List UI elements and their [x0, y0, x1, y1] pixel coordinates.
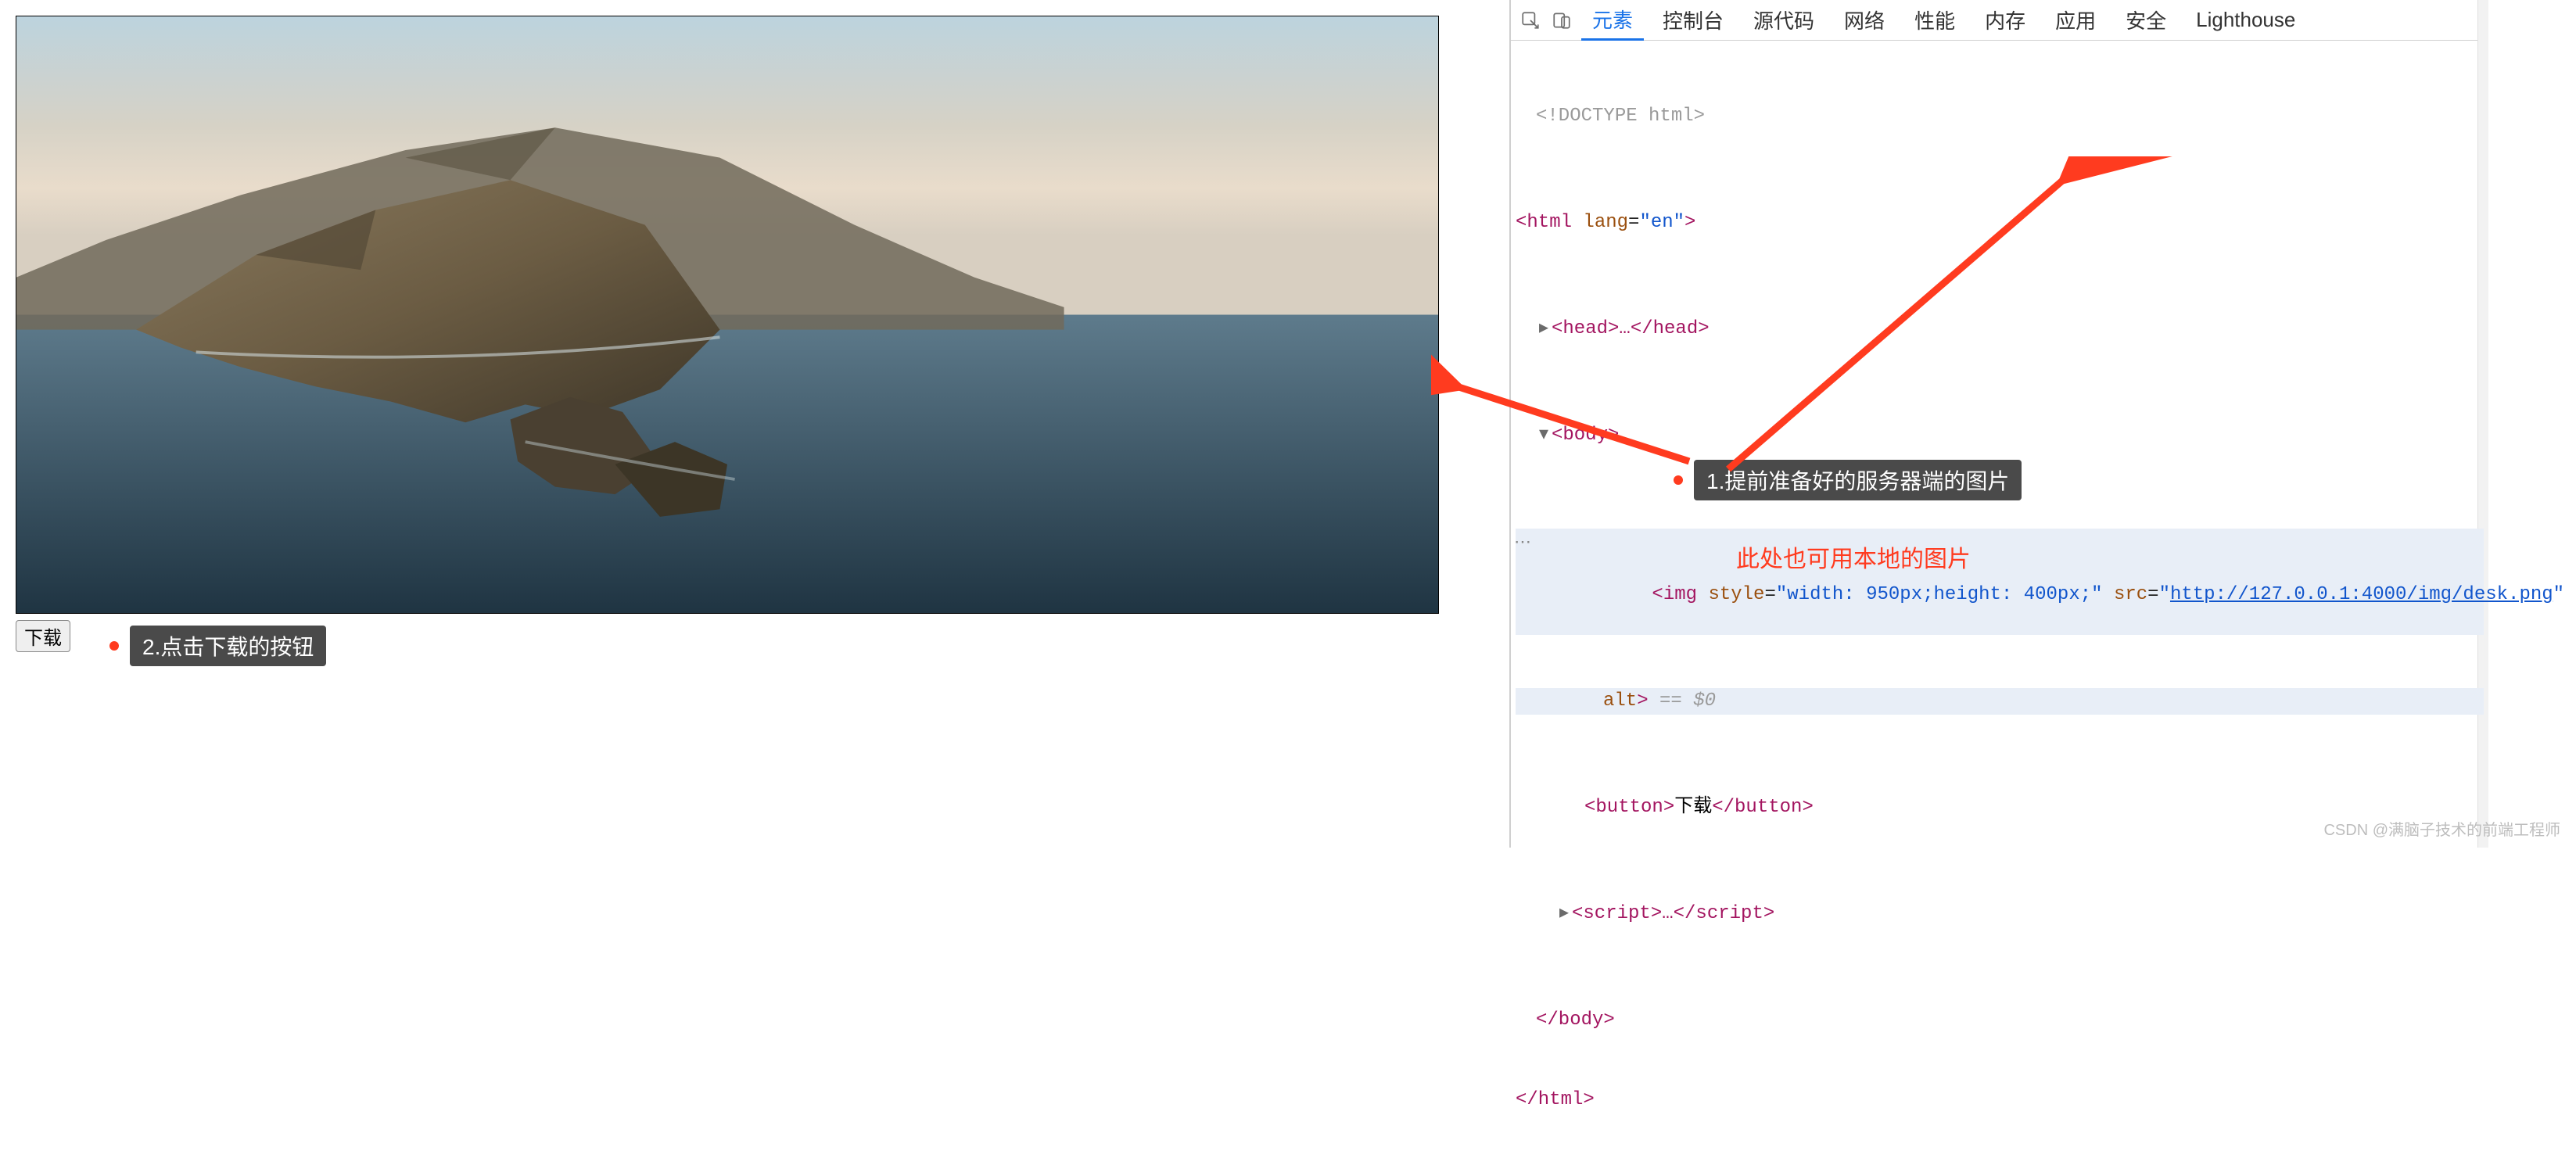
- dom-body-close[interactable]: </body>: [1516, 1007, 2484, 1034]
- tab-sources[interactable]: 源代码: [1742, 0, 1825, 41]
- devtools-panel: 元素 控制台 源代码 网络 性能 内存 应用 安全 Lighthouse <!D…: [1509, 0, 2488, 848]
- tab-application[interactable]: 应用: [2044, 0, 2107, 41]
- tab-security[interactable]: 安全: [2115, 0, 2177, 41]
- dom-script[interactable]: ▸<script>…</script>: [1516, 901, 2484, 927]
- tab-memory[interactable]: 内存: [1974, 0, 2036, 41]
- annotation-note: 此处也可用本地的图片: [1736, 540, 1971, 574]
- annotation-step1: 1.提前准备好的服务器端的图片: [1674, 460, 2022, 500]
- island-illustration: [16, 16, 1438, 613]
- download-button[interactable]: 下载: [16, 620, 70, 652]
- inspect-icon[interactable]: [1519, 9, 1542, 32]
- dom-img-element[interactable]: ⋯ <img style="width: 950px;height: 400px…: [1516, 529, 2484, 635]
- annotation-step2-label: 2.点击下载的按钮: [130, 626, 326, 666]
- tab-performance[interactable]: 性能: [1903, 0, 1966, 41]
- tab-elements[interactable]: 元素: [1581, 0, 1644, 41]
- page-preview: 下载: [16, 16, 1455, 652]
- dom-html-open[interactable]: <html lang="en">: [1516, 210, 2484, 236]
- dom-html-close[interactable]: </html>: [1516, 1087, 2484, 1113]
- annotation-dot-icon: [109, 641, 119, 651]
- dom-body-open[interactable]: ▾<body>: [1516, 422, 2484, 449]
- tab-console[interactable]: 控制台: [1652, 0, 1735, 41]
- annotation-dot-icon: [1674, 475, 1683, 485]
- dom-doctype[interactable]: <!DOCTYPE html>: [1536, 106, 1705, 127]
- tab-lighthouse[interactable]: Lighthouse: [2185, 0, 2306, 41]
- dom-tree[interactable]: <!DOCTYPE html> <html lang="en"> ▸<head>…: [1511, 41, 2488, 1176]
- tab-network[interactable]: 网络: [1833, 0, 1896, 41]
- annotation-step2: 2.点击下载的按钮: [109, 626, 326, 666]
- annotation-step1-label: 1.提前准备好的服务器端的图片: [1694, 460, 2022, 500]
- device-toggle-icon[interactable]: [1550, 9, 1573, 32]
- dom-img-alt[interactable]: alt> == $0: [1516, 688, 2484, 715]
- demo-image: [16, 16, 1439, 614]
- devtools-tabbar: 元素 控制台 源代码 网络 性能 内存 应用 安全 Lighthouse: [1511, 0, 2488, 41]
- dom-head[interactable]: ▸<head>…</head>: [1516, 316, 2484, 342]
- watermark: CSDN @满脑子技术的前端工程师: [2323, 817, 2560, 840]
